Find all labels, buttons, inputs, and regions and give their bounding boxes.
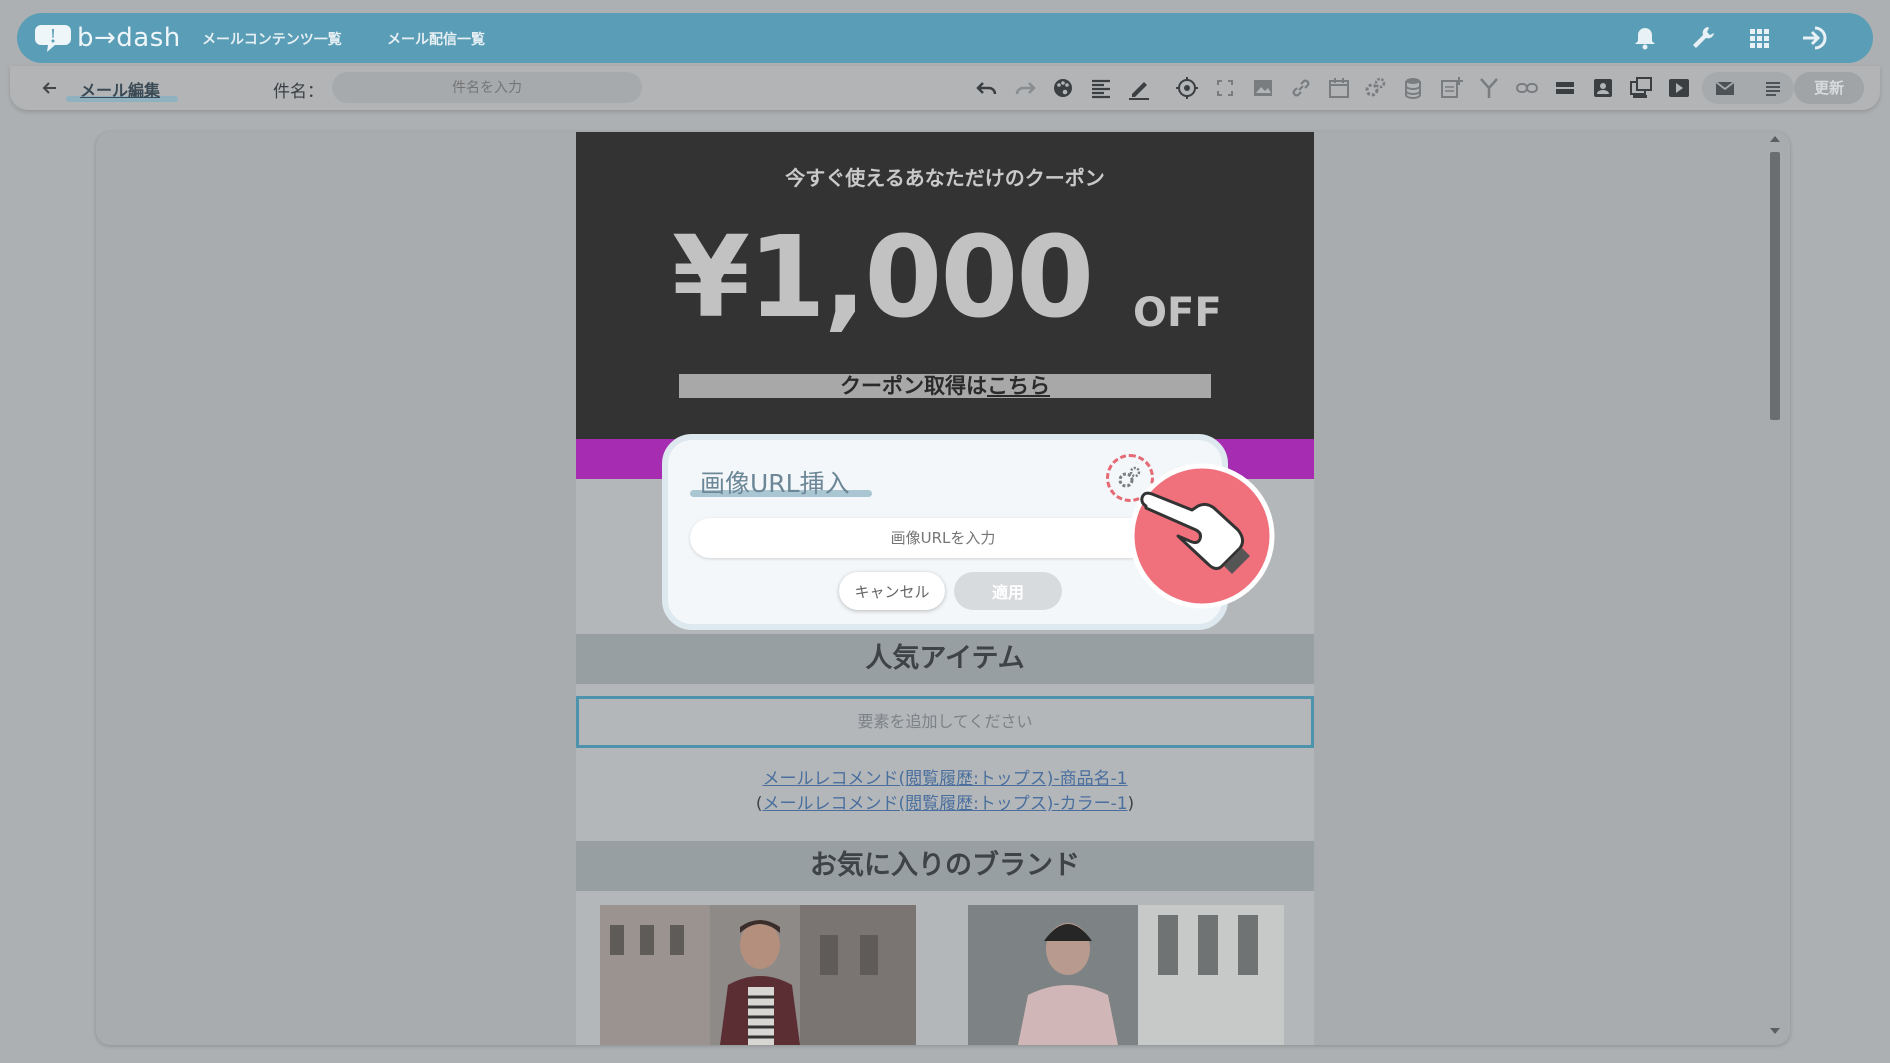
link-icon[interactable] [1288, 75, 1314, 101]
scroll-thumb[interactable] [1770, 152, 1780, 420]
redo-icon[interactable] [1012, 75, 1038, 101]
bell-icon[interactable] [1629, 22, 1661, 54]
section-brand-heading[interactable]: お気に入りのブランド [576, 841, 1314, 891]
brand-photo-right[interactable] [968, 905, 1284, 1045]
coupon-link-word[interactable]: こちら [987, 374, 1050, 398]
fullscreen-icon[interactable] [1212, 75, 1238, 101]
align-left-icon[interactable] [1088, 75, 1114, 101]
editor-toolbar: メール編集 件名： 更新 [10, 66, 1880, 110]
coupon-link-prefix: クーポン取得は [840, 374, 987, 398]
target-icon[interactable] [1174, 75, 1200, 101]
coupon-banner[interactable]: 今すぐ使えるあなただけのクーポン ¥1,000 OFF クーポン取得はこちら [576, 132, 1314, 439]
recommend-link-color[interactable]: メールレコメンド(閲覧履歴:トップス)-カラー-1 [762, 794, 1127, 814]
cancel-button[interactable]: キャンセル [839, 572, 945, 610]
page-label: メール編集 [80, 81, 161, 100]
add-note-icon[interactable] [1438, 75, 1464, 101]
logo-bubble-icon [35, 25, 71, 52]
brand-photo-left[interactable] [600, 905, 916, 1045]
wrench-icon[interactable] [1687, 22, 1719, 54]
palette-icon[interactable] [1050, 75, 1076, 101]
subject-label: 件名： [273, 82, 324, 102]
recommend-link-color-line: (メールレコメンド(閲覧履歴:トップス)-カラー-1) [576, 789, 1314, 814]
coupon-link-bar[interactable]: クーポン取得はこちら [679, 374, 1211, 398]
image-icon[interactable] [1250, 75, 1276, 101]
dialog-title: 画像URL挿入 [700, 469, 850, 498]
calendar-icon[interactable] [1326, 75, 1352, 101]
scroll-up-arrow-icon[interactable] [1770, 136, 1780, 142]
man-in-beanie-image [968, 905, 1284, 1045]
apps-grid-icon[interactable] [1743, 22, 1775, 54]
coupon-subtitle: 今すぐ使えるあなただけのクーポン [785, 166, 1105, 190]
undo-icon[interactable] [974, 75, 1000, 101]
pen-icon[interactable] [1126, 75, 1152, 101]
logo-text: b→dash [77, 23, 181, 53]
add-element-placeholder[interactable]: 要素を追加してください [576, 696, 1314, 748]
play-icon[interactable] [1666, 75, 1692, 101]
update-button[interactable]: 更新 [1794, 72, 1864, 104]
coupon-amount: ¥1,000 [672, 213, 1094, 343]
subject-input[interactable] [332, 72, 642, 103]
logout-icon[interactable] [1799, 22, 1831, 54]
nav-mail-contents[interactable]: メールコンテンツ一覧 [202, 29, 342, 49]
paren-close: ) [1127, 794, 1135, 814]
apply-button[interactable]: 適用 [954, 572, 1062, 610]
coupon-off-label: OFF [1133, 290, 1222, 336]
back-arrow-icon[interactable] [40, 78, 60, 98]
top-nav: b→dash メールコンテンツ一覧 メール配信一覧 [17, 13, 1873, 63]
bar-block-icon[interactable] [1552, 75, 1578, 101]
pointing-hand-icon [1129, 463, 1275, 609]
canvas-scrollbar[interactable] [1766, 134, 1784, 1044]
logo[interactable]: b→dash [35, 23, 181, 53]
image-url-input[interactable] [690, 518, 1196, 558]
man-in-street-image [600, 905, 916, 1045]
section-popular-heading[interactable]: 人気アイテム [576, 634, 1314, 684]
database-icon[interactable] [1400, 75, 1426, 101]
merge-icon[interactable] [1476, 75, 1502, 101]
recommend-link-name[interactable]: メールレコメンド(閲覧履歴:トップス)-商品名-1 [576, 764, 1314, 789]
nav-mail-delivery[interactable]: メール配信一覧 [387, 29, 485, 49]
text-lines-icon[interactable] [1760, 75, 1786, 101]
scroll-down-arrow-icon[interactable] [1770, 1028, 1780, 1034]
multi-window-icon[interactable] [1628, 75, 1654, 101]
tag-link-icon[interactable] [1514, 75, 1540, 101]
gears-icon[interactable] [1362, 75, 1388, 101]
profile-card-icon[interactable] [1590, 75, 1616, 101]
coupon-link-text[interactable]: クーポン取得はこちら [679, 370, 1211, 400]
mail-icon[interactable] [1712, 75, 1738, 101]
